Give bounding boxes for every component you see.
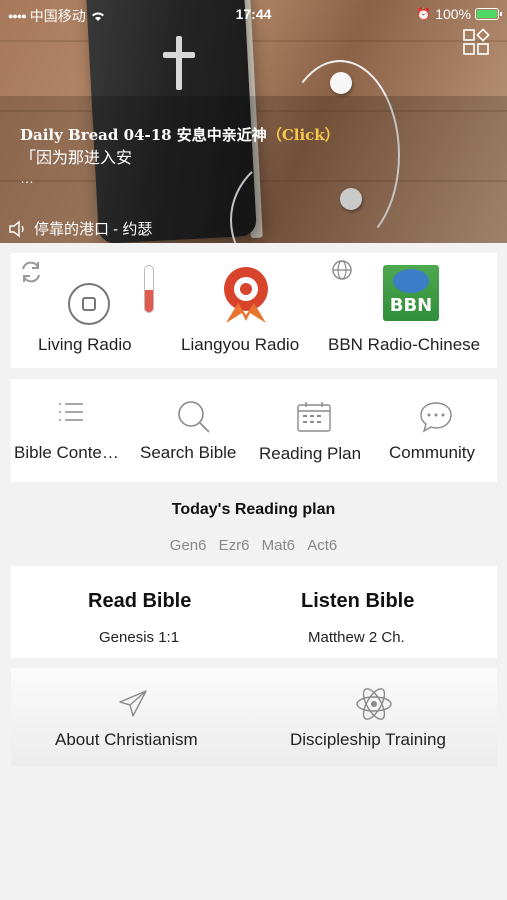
read-listen-card: Read Bible Genesis 1:1 Listen Bible Matt… [11, 566, 497, 658]
chat-icon[interactable] [418, 399, 454, 435]
alarm-icon: ⏰ [416, 7, 432, 21]
tools-card: Bible Conte… Search Bible Reading Plan C… [11, 379, 497, 482]
grid-menu-icon[interactable] [462, 28, 490, 56]
read-bible-position: Genesis 1:1 [99, 629, 180, 646]
liangyou-radio-label[interactable]: Liangyou Radio [181, 335, 299, 355]
daily-quote: 「因为那进入安 [20, 150, 133, 167]
list-icon[interactable] [57, 401, 85, 427]
volume-meter [144, 265, 154, 313]
bottom-card: About Christianism Discipleship Training [11, 668, 497, 766]
status-bar: ●●●● 中国移动 17:44 ⏰ 100% [0, 0, 507, 28]
search-bible-label[interactable]: Search Bible [140, 443, 236, 463]
plan-item[interactable]: Mat6 [262, 537, 295, 554]
listen-bible-position: Matthew 2 Ch. [308, 629, 405, 646]
plan-item[interactable]: Gen6 [170, 537, 207, 554]
community-label[interactable]: Community [389, 443, 475, 463]
living-radio-label[interactable]: Living Radio [38, 335, 132, 355]
reading-plan-items: Gen6 Ezr6 Mat6 Act6 [0, 537, 507, 554]
battery-percent: 100% [435, 6, 471, 22]
reading-plan-title: Today's Reading plan [171, 501, 336, 518]
plan-item[interactable]: Act6 [307, 537, 337, 554]
paper-plane-icon[interactable] [117, 688, 149, 720]
refresh-icon[interactable] [18, 259, 44, 285]
click-label[interactable]: （Click） [267, 126, 340, 144]
bbn-logo-text: BBN [389, 295, 433, 316]
battery-icon [475, 8, 502, 20]
atom-icon[interactable] [355, 684, 393, 724]
cross-icon [176, 36, 182, 90]
liangyou-logo-icon[interactable] [220, 263, 272, 327]
now-playing-title: 停靠的港口 - 约瑟 [34, 221, 153, 238]
globe-icon[interactable] [331, 259, 353, 281]
stop-icon[interactable] [67, 282, 111, 326]
discipleship-training-label[interactable]: Discipleship Training [290, 730, 446, 750]
reading-plan-label[interactable]: Reading Plan [259, 444, 361, 464]
plan-item[interactable]: Ezr6 [219, 537, 250, 554]
bible-contents-label[interactable]: Bible Conte… [14, 443, 119, 463]
bbn-logo-icon[interactable]: BBN [383, 265, 439, 321]
bbn-radio-label[interactable]: BBN Radio-Chinese [328, 335, 480, 355]
listen-bible-button[interactable]: Listen Bible [301, 590, 414, 613]
read-bible-button[interactable]: Read Bible [88, 590, 191, 613]
radio-card: BBN Living Radio Liangyou Radio BBN Radi… [11, 253, 497, 368]
daily-bread-link[interactable]: Daily Bread 04-18 安息中亲近神（Click） [20, 124, 340, 145]
ellipsis: … [20, 170, 36, 186]
search-icon[interactable] [176, 399, 212, 435]
hero-banner[interactable]: ●●●● 中国移动 17:44 ⏰ 100% Daily Bread 04-18… [0, 0, 507, 243]
calendar-icon[interactable] [296, 401, 332, 433]
daily-bread-title: Daily Bread 04-18 安息中亲近神 [20, 126, 267, 144]
earbud-left [330, 72, 352, 94]
about-christianism-label[interactable]: About Christianism [55, 730, 198, 750]
speaker-icon [9, 220, 24, 237]
now-playing[interactable]: 停靠的港口 - 约瑟 [8, 218, 152, 239]
